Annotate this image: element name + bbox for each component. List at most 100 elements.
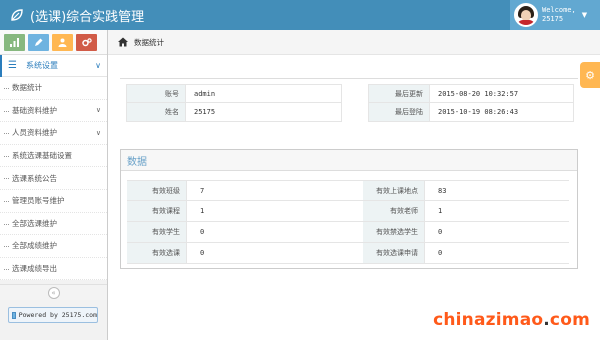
- stats-row: 有效禁选学生 0: [363, 222, 569, 243]
- stats-value: 7: [200, 186, 205, 195]
- stats-key: 有效上课地点: [363, 181, 425, 200]
- sidebar-subitem[interactable]: 选课系统公告: [0, 167, 107, 190]
- account-info-panel: 账号 admin 姓名 25175 最后更新 2015-08-20 10:32:…: [120, 78, 578, 146]
- account-info-right: 最后更新 2015-08-20 10:32:57 最后登陆 2015-10-19…: [368, 84, 574, 122]
- sidebar-subitem[interactable]: 基础资料维护 ∨: [0, 100, 107, 123]
- app-brand[interactable]: (选课)综合实践管理: [10, 0, 144, 30]
- stats-widget: 数据 有效班级 7 有效课程 1 有效学生 0 有效选课 0 有效上课地点 83 有效老师 1 有效禁…: [120, 149, 578, 269]
- sidebar-subitem-label: 数据统计: [12, 83, 42, 93]
- watermark-tld: com: [549, 310, 590, 330]
- stats-row: 有效课程 1: [127, 201, 363, 222]
- double-chevron-left-icon: «: [51, 288, 56, 297]
- info-value: admin: [186, 85, 342, 102]
- top-navbar: (选课)综合实践管理 Welcome, 25175 ▼: [0, 0, 600, 30]
- stats-widget-title: 数据: [121, 150, 577, 171]
- info-key: 最后更新: [368, 85, 430, 102]
- sidebar-submenu: 数据统计 基础资料维护 ∨ 人员资料维护 ∨ 系统选课基础设置 选课系统公告 管理员账号维护全…: [0, 77, 107, 281]
- user-menu[interactable]: Welcome, 25175 ▼: [510, 0, 600, 30]
- caret-down-icon[interactable]: ▼: [582, 11, 587, 19]
- stats-row: 有效上课地点 83: [363, 180, 569, 201]
- sidebar-subitem[interactable]: 全部选课维护: [0, 213, 107, 236]
- tree-line: [4, 110, 9, 112]
- tree-line: [4, 133, 9, 135]
- info-row: 姓名 25175: [126, 103, 342, 122]
- stats-row: 有效选课 0: [127, 243, 363, 264]
- powered-by-text: Powered by 25175.com: [18, 311, 97, 319]
- stats-row: 有效选课申请 0: [363, 243, 569, 264]
- tree-line: [4, 200, 9, 202]
- stats-value: 0: [200, 249, 205, 257]
- settings-toggle-button[interactable]: ⚙: [580, 62, 600, 88]
- sidebar: ☰ 系统设置 ∨ 数据统计 基础资料维护 ∨ 人员资料维护 ∨ 系统选课基础设置 选课系统公…: [0, 30, 108, 340]
- sidebar-subitem-label: 选课成绩导出: [12, 264, 57, 274]
- info-value: 2015-10-19 08:26:43: [430, 103, 574, 121]
- sidebar-subitem[interactable]: 人员资料维护 ∨: [0, 122, 107, 145]
- stats-right-table: 有效上课地点 83 有效老师 1 有效禁选学生 0 有效选课申请 0: [363, 180, 569, 264]
- shortcut-signal-button[interactable]: [4, 33, 25, 51]
- stats-left-table: 有效班级 7 有效课程 1 有效学生 0 有效选课 0: [127, 180, 363, 264]
- sidebar-subitem[interactable]: 管理员账号维护: [0, 190, 107, 213]
- badge-icon: [12, 311, 16, 319]
- chevron-down-icon: ∨: [95, 61, 101, 70]
- pencil-icon: [35, 38, 43, 46]
- stats-key: 有效禁选学生: [363, 222, 425, 242]
- shortcut-users-button[interactable]: [52, 33, 73, 51]
- user-name: 25175: [542, 15, 564, 23]
- breadcrumb-current: 数据统计: [134, 37, 164, 47]
- stats-value: 0: [438, 228, 443, 236]
- tree-line: [4, 246, 9, 248]
- sidebar-subitem-label: 管理员账号维护: [12, 196, 65, 206]
- stats-value: 0: [200, 228, 205, 236]
- account-info-left: 账号 admin 姓名 25175: [126, 84, 342, 122]
- tree-line: [4, 268, 9, 270]
- info-row: 最后登陆 2015-10-19 08:26:43: [368, 103, 574, 122]
- sidebar-collapse-bar: «: [0, 284, 107, 300]
- powered-by-badge[interactable]: Powered by 25175.com: [8, 307, 98, 323]
- sidebar-subitem[interactable]: 选课成绩导出: [0, 258, 107, 281]
- tree-line: [4, 223, 9, 225]
- stats-value: 1: [438, 207, 443, 215]
- sidebar-subitem-label: 人员资料维护: [12, 128, 57, 138]
- leaf-icon: [11, 9, 23, 21]
- shortcut-cogs-button[interactable]: [76, 33, 97, 51]
- sidebar-item-system-settings[interactable]: ☰ 系统设置 ∨: [0, 55, 107, 77]
- cogs-icon: [81, 37, 92, 46]
- avatar: [514, 3, 538, 27]
- breadcrumb: 数据统计: [108, 30, 600, 55]
- info-key: 账号: [126, 85, 186, 102]
- chevron-down-icon: ∨: [95, 128, 101, 137]
- tree-line: [4, 178, 9, 180]
- stats-row: 有效班级 7: [127, 180, 363, 201]
- stats-row: 有效学生 0: [127, 222, 363, 243]
- stats-key: 有效选课申请: [363, 243, 425, 263]
- sidebar-subitem-label: 系统选课基础设置: [12, 151, 72, 161]
- app-title: (选课)综合实践管理: [30, 9, 145, 25]
- main-content: 数据统计 ⚙ 账号 admin 姓名 25175 最后更新 2015-08-20…: [108, 30, 600, 340]
- tree-line: [4, 155, 9, 157]
- shortcut-pencil-button[interactable]: [28, 33, 49, 51]
- sidebar-parent-label: 系统设置: [26, 61, 58, 70]
- sidebar-subitem-label: 全部成绩维护: [12, 241, 57, 251]
- watermark-dot: .: [543, 310, 550, 330]
- info-key: 姓名: [126, 103, 186, 121]
- stats-value: 0: [438, 249, 443, 257]
- list-icon: ☰: [8, 60, 17, 71]
- watermark-domain: chinazimao: [433, 310, 544, 330]
- collapse-sidebar-button[interactable]: «: [47, 286, 60, 299]
- stats-key: 有效课程: [127, 201, 187, 221]
- sidebar-subitem[interactable]: 全部成绩维护: [0, 235, 107, 258]
- sidebar-subitem[interactable]: 数据统计: [0, 77, 107, 100]
- stats-key: 有效学生: [127, 222, 187, 242]
- sidebar-subitem-label: 选课系统公告: [12, 173, 57, 183]
- stats-row: 有效老师 1: [363, 201, 569, 222]
- gear-icon: ⚙: [585, 68, 595, 82]
- stats-key: 有效老师: [363, 201, 425, 221]
- users-icon: [58, 38, 67, 47]
- home-icon[interactable]: [118, 37, 128, 47]
- info-value: 2015-08-20 10:32:57: [430, 85, 574, 102]
- sidebar-subitem[interactable]: 系统选课基础设置: [0, 145, 107, 168]
- stats-value: 83: [438, 186, 447, 195]
- sidebar-subitem-label: 基础资料维护: [12, 105, 57, 115]
- shortcut-bar: [0, 30, 107, 55]
- info-row: 账号 admin: [126, 84, 342, 103]
